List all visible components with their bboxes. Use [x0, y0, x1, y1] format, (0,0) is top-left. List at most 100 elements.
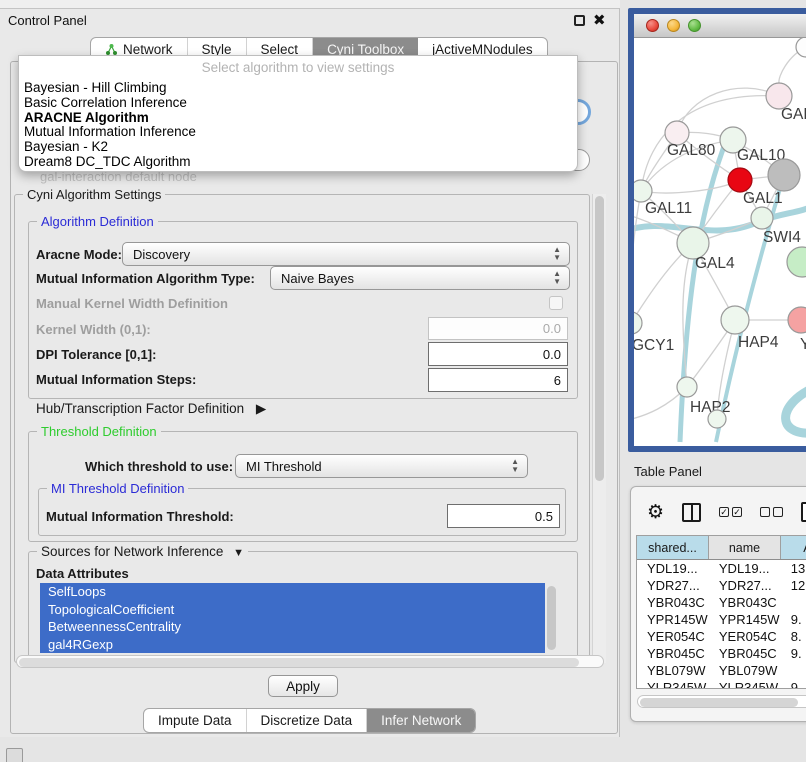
hub-definition-expander[interactable]: Hub/Transcription Factor Definition ▶: [36, 401, 266, 417]
data-attribute-item[interactable]: SelfLoops: [40, 583, 545, 601]
data-attribute-item[interactable]: gal4RGexp: [40, 636, 545, 654]
table-column-header[interactable]: name: [709, 536, 781, 559]
network-window-titlebar[interactable]: [634, 14, 806, 38]
algorithm-dropdown-prompt: Select algorithm to view settings: [19, 56, 577, 80]
bottom-tab-impute-data[interactable]: Impute Data: [144, 709, 247, 732]
network-node-swi4[interactable]: [751, 207, 773, 229]
table-cell: YDR27...: [709, 577, 781, 594]
mi-type-value: Naive Bayes: [281, 271, 354, 286]
table-cell: YBL079W: [709, 662, 781, 679]
network-node-gcy1[interactable]: [634, 312, 642, 334]
aracne-mode-combo[interactable]: Discovery ▲▼: [122, 242, 570, 266]
network-node-gal1[interactable]: [728, 168, 752, 192]
manual-kernel-checkbox[interactable]: [549, 296, 563, 310]
algorithm-option[interactable]: Mutual Information Inference: [19, 124, 577, 139]
network-node[interactable]: [708, 410, 726, 428]
mi-type-combo[interactable]: Naive Bayes ▲▼: [270, 266, 570, 290]
table-row[interactable]: YPR145WYPR145W9.: [637, 611, 806, 628]
network-node[interactable]: [796, 38, 806, 57]
mi-threshold-group-title: MI Threshold Definition: [47, 481, 188, 496]
network-view[interactable]: GALGAL80GAL10GAL1GAL11SWI4GAL4GCY1HAP4YH…: [634, 38, 806, 446]
table-cell: YBR045C: [637, 645, 709, 662]
network-node-label: GAL4: [695, 255, 735, 272]
table-cell: YBR045C: [709, 645, 781, 662]
hub-definition-label: Hub/Transcription Factor Definition: [36, 401, 244, 416]
bottom-tab-label: Impute Data: [158, 713, 232, 728]
split-column-icon[interactable]: [682, 503, 701, 522]
table-body: YDL19...YDL19...13YDR27...YDR27...12YBR0…: [637, 560, 806, 689]
algorithm-option[interactable]: Bayesian - K2: [19, 139, 577, 154]
network-node-hap4[interactable]: [721, 306, 749, 334]
table-column-header[interactable]: shared...: [637, 536, 709, 559]
table-cell: YER054C: [637, 628, 709, 645]
network-node-gal11[interactable]: [634, 180, 652, 202]
network-node-label: Y: [800, 336, 806, 353]
mi-threshold-field[interactable]: 0.5: [447, 504, 560, 528]
table-cell: 9.: [781, 679, 806, 689]
close-icon[interactable]: ✖: [593, 11, 606, 29]
table-row[interactable]: YLR345WYLR345W9.: [637, 679, 806, 689]
settings-scrollbar-track[interactable]: [592, 194, 606, 663]
float-window-icon[interactable]: [574, 15, 585, 26]
mi-threshold-label: Mutual Information Threshold:: [46, 509, 234, 524]
close-traffic-light-icon[interactable]: [646, 19, 659, 32]
table-header-row: shared...nameA: [637, 536, 806, 560]
collapsed-panel-icon[interactable]: [6, 748, 23, 762]
expander-right-icon: ▶: [256, 401, 266, 416]
table-row[interactable]: YER054CYER054C8.: [637, 628, 806, 645]
table-row[interactable]: YBR043CYBR043C: [637, 594, 806, 611]
gear-icon[interactable]: ⚙: [647, 503, 664, 522]
bottom-tab-discretize-data[interactable]: Discretize Data: [247, 709, 368, 732]
table-row[interactable]: YDL19...YDL19...13: [637, 560, 806, 577]
dpi-tolerance-field[interactable]: 0.0: [428, 342, 568, 366]
table-row[interactable]: YDR27...YDR27...12: [637, 577, 806, 594]
algorithm-option[interactable]: Basic Correlation Inference: [19, 95, 577, 110]
data-attribute-item[interactable]: TopologicalCoefficient: [40, 601, 545, 619]
table-cell: YPR145W: [637, 611, 709, 628]
which-threshold-combo[interactable]: MI Threshold ▲▼: [235, 454, 528, 478]
table-hscrollbar[interactable]: [637, 695, 806, 708]
mi-steps-field[interactable]: 6: [428, 368, 568, 392]
settings-hscrollbar-thumb[interactable]: [19, 658, 579, 667]
network-node-label: GCY1: [634, 337, 674, 354]
table-cell: YDL19...: [637, 560, 709, 577]
data-attributes-label: Data Attributes: [36, 566, 129, 581]
network-window: GALGAL80GAL10GAL1GAL11SWI4GAL4GCY1HAP4YH…: [628, 8, 806, 452]
minimize-traffic-light-icon[interactable]: [667, 19, 680, 32]
checked-pair-icon[interactable]: ✓✓: [719, 507, 742, 517]
aracne-mode-label: Aracne Mode:: [36, 247, 122, 262]
unchecked-pair-icon[interactable]: [760, 507, 783, 517]
table-panel-toolbar: ⚙ ✓✓: [637, 493, 806, 531]
settings-hscrollbar[interactable]: [16, 655, 604, 668]
table-row[interactable]: YBL079WYBL079W: [637, 662, 806, 679]
page-icon[interactable]: [801, 502, 806, 522]
bottom-tab-label: Infer Network: [381, 713, 461, 728]
zoom-traffic-light-icon[interactable]: [688, 19, 701, 32]
table-cell: YER054C: [709, 628, 781, 645]
algorithm-option[interactable]: ARACNE Algorithm: [19, 110, 577, 125]
table-cell: YDR27...: [637, 577, 709, 594]
mi-type-label: Mutual Information Algorithm Type:: [36, 271, 255, 286]
settings-scrollbar-thumb[interactable]: [595, 196, 604, 481]
network-node-hap2[interactable]: [677, 377, 697, 397]
algorithm-option[interactable]: Dream8 DC_TDC Algorithm: [19, 154, 577, 169]
sources-group-title[interactable]: Sources for Network Inference ▼: [37, 544, 248, 559]
dpi-tolerance-label: DPI Tolerance [0,1]:: [36, 347, 156, 362]
algorithm-option[interactable]: Bayesian - Hill Climbing: [19, 80, 577, 95]
attributes-scrollbar-thumb[interactable]: [547, 586, 556, 650]
network-node-y[interactable]: [788, 307, 806, 333]
table-row[interactable]: YBR045CYBR045C9.: [637, 645, 806, 662]
table-hscrollbar-thumb[interactable]: [640, 698, 798, 707]
bottom-tab-infer-network[interactable]: Infer Network: [367, 709, 475, 732]
sources-title-text: Sources for Network Inference: [41, 544, 223, 559]
data-attributes-list[interactable]: SelfLoopsTopologicalCoefficientBetweenne…: [40, 583, 545, 655]
network-node[interactable]: [768, 159, 800, 191]
network-node[interactable]: [787, 247, 806, 277]
apply-button[interactable]: Apply: [268, 675, 338, 697]
table-column-header[interactable]: A: [781, 536, 806, 559]
screenshot-root: Control Panel ✖ NetworkStyleSelectCyni T…: [0, 0, 806, 762]
table-cell: [781, 662, 806, 679]
data-attribute-item[interactable]: BetweennessCentrality: [40, 618, 545, 636]
kernel-width-field[interactable]: 0.0: [428, 317, 568, 340]
network-node-label: HAP4: [738, 334, 779, 351]
